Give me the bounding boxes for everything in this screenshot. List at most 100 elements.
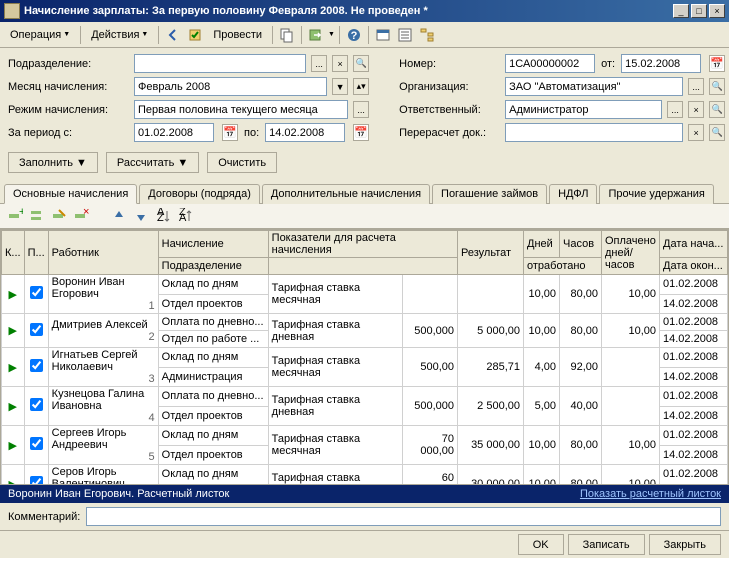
number-input[interactable]: 1СА00000002: [505, 54, 595, 73]
podrazd-clear[interactable]: ×: [332, 55, 348, 72]
col-date-start[interactable]: Дата нача...: [660, 231, 728, 258]
tab-main-accruals[interactable]: Основные начисления: [4, 184, 137, 204]
date-input[interactable]: 15.02.2008: [621, 54, 701, 73]
col-accrual[interactable]: Начисление: [158, 231, 268, 258]
col-k[interactable]: К...: [2, 231, 25, 275]
row-checkbox[interactable]: [24, 314, 48, 348]
close-button[interactable]: Закрыть: [649, 534, 721, 555]
comment-input[interactable]: [86, 507, 721, 526]
resp-ellipsis[interactable]: ...: [667, 101, 683, 118]
month-input[interactable]: Февраль 2008: [134, 77, 327, 96]
cell-hours: 80,00: [560, 275, 602, 314]
fill-button[interactable]: Заполнить▼: [8, 152, 98, 173]
col-p[interactable]: П...: [24, 231, 48, 275]
tab-ndfl[interactable]: НДФЛ: [549, 184, 597, 204]
calendar-icon[interactable]: 📅: [709, 55, 725, 72]
period-to-input[interactable]: 14.02.2008: [265, 123, 345, 142]
sort-asc-icon[interactable]: AZ: [154, 207, 172, 225]
cell-indicator: Тарифная ставка месячная: [268, 275, 403, 314]
help-icon[interactable]: ?: [344, 25, 364, 45]
org-search-icon[interactable]: 🔍: [709, 78, 725, 95]
tab-contracts[interactable]: Договоры (подряда): [139, 184, 260, 204]
add-row-icon[interactable]: +: [6, 207, 24, 225]
tab-additional[interactable]: Дополнительные начисления: [262, 184, 430, 204]
recalc-search-icon[interactable]: 🔍: [709, 124, 725, 141]
row-checkbox[interactable]: [24, 275, 48, 314]
grid[interactable]: К... П... Работник Начисление Показатели…: [0, 229, 729, 485]
calendar-icon[interactable]: 📅: [353, 124, 369, 141]
bottom-bar: OK Записать Закрыть: [0, 530, 729, 558]
row-checkbox[interactable]: [24, 387, 48, 426]
insert-row-icon[interactable]: [28, 207, 46, 225]
minimize-button[interactable]: _: [673, 4, 689, 18]
recalc-clear[interactable]: ×: [688, 124, 704, 141]
org-input[interactable]: ЗАО "Автоматизация": [505, 77, 683, 96]
operation-menu[interactable]: Операция▼: [4, 27, 76, 43]
regime-ellipsis[interactable]: ...: [353, 101, 369, 118]
podrazd-ellipsis[interactable]: ...: [311, 55, 327, 72]
list-icon[interactable]: [395, 25, 415, 45]
tree-icon[interactable]: [417, 25, 437, 45]
org-ellipsis[interactable]: ...: [688, 78, 704, 95]
move-up-icon[interactable]: [110, 207, 128, 225]
month-down[interactable]: ▼: [332, 78, 348, 95]
close-button[interactable]: ×: [709, 4, 725, 18]
move-down-icon[interactable]: [132, 207, 150, 225]
row-checkbox[interactable]: [24, 348, 48, 387]
table-row[interactable]: ▶Дмитриев Алексей2Оплата по дневно...Тар…: [2, 314, 728, 331]
col-indicators[interactable]: Показатели для расчета начисления: [268, 231, 457, 258]
period-from-input[interactable]: 01.02.2008: [134, 123, 214, 142]
footer-left: Воронин Иван Егорович. Расчетный листок: [8, 488, 229, 500]
clear-button[interactable]: Очистить: [207, 152, 277, 173]
maximize-button[interactable]: □: [691, 4, 707, 18]
col-result[interactable]: Результат: [458, 231, 524, 275]
table-row[interactable]: ▶Сергеев Игорь Андреевич5Оклад по днямТа…: [2, 426, 728, 446]
table-row[interactable]: ▶Игнатьев Сергей Николаевич3Оклад по дня…: [2, 348, 728, 368]
cell-days: 10,00: [524, 314, 560, 348]
col-worker[interactable]: Работник: [48, 231, 158, 275]
regime-input[interactable]: Первая половина текущего месяца: [134, 100, 348, 119]
svg-text:×: ×: [83, 208, 89, 218]
col-days[interactable]: Дней: [524, 231, 560, 258]
cell-dept: Отдел проектов: [158, 294, 268, 314]
calc-button[interactable]: Рассчитать▼: [106, 152, 199, 173]
resp-input[interactable]: Администратор: [505, 100, 662, 119]
col-worked[interactable]: отработано: [524, 258, 602, 275]
provesti-button[interactable]: Провести: [207, 27, 268, 43]
ok-button[interactable]: OK: [518, 534, 564, 555]
save-button[interactable]: Записать: [568, 534, 645, 555]
month-spin[interactable]: ▴▾: [353, 78, 369, 95]
copy-icon[interactable]: [277, 25, 297, 45]
podrazd-search-icon[interactable]: 🔍: [353, 55, 369, 72]
resp-search-icon[interactable]: 🔍: [709, 101, 725, 118]
dialog-icon[interactable]: [373, 25, 393, 45]
edit-row-icon[interactable]: [50, 207, 68, 225]
cell-date-start: 01.02.2008: [660, 275, 728, 295]
table-row[interactable]: ▶Кузнецова Галина Ивановна4Оплата по дне…: [2, 387, 728, 407]
go-icon[interactable]: [306, 25, 326, 45]
col-date-end[interactable]: Дата окон...: [660, 258, 728, 275]
row-checkbox[interactable]: [24, 426, 48, 465]
recalc-input[interactable]: [505, 123, 683, 142]
table-row[interactable]: ▶Серов Игорь Валентинович6Оклад по днямТ…: [2, 465, 728, 485]
tab-other[interactable]: Прочие удержания: [599, 184, 713, 204]
menubar: Операция▼ Действия▼ Провести ▼ ?: [0, 22, 729, 48]
calendar-icon[interactable]: 📅: [222, 124, 238, 141]
cell-result: 30 000,00: [458, 465, 524, 486]
table-row[interactable]: ▶Воронин Иван Егорович1Оклад по днямТари…: [2, 275, 728, 295]
delete-row-icon[interactable]: ×: [72, 207, 90, 225]
col-hours[interactable]: Часов: [560, 231, 602, 258]
cell-accrual: Оплата по дневно...: [158, 314, 268, 331]
cell-worker: Дмитриев Алексей2: [48, 314, 158, 348]
back-icon[interactable]: [163, 25, 183, 45]
col-dept[interactable]: Подразделение: [158, 258, 268, 275]
actions-menu[interactable]: Действия▼: [85, 27, 154, 43]
sort-desc-icon[interactable]: ZA: [176, 207, 194, 225]
footer-link[interactable]: Показать расчетный листок: [580, 488, 721, 500]
resp-clear[interactable]: ×: [688, 101, 704, 118]
tab-loans[interactable]: Погашение займов: [432, 184, 547, 204]
col-paid[interactable]: Оплачено дней/часов: [602, 231, 660, 275]
podrazd-input[interactable]: [134, 54, 306, 73]
row-checkbox[interactable]: [24, 465, 48, 486]
provesti-icon[interactable]: [185, 25, 205, 45]
